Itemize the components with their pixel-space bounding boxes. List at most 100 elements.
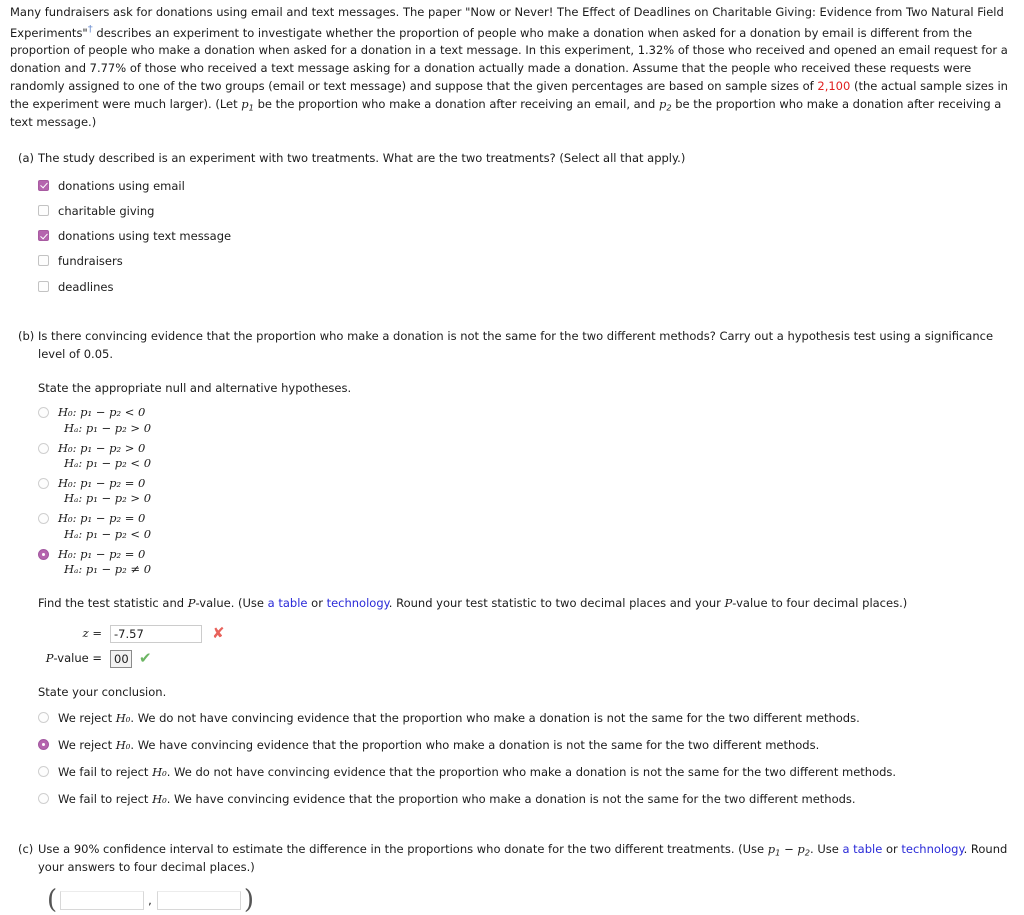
test-statistic-prompt-text-3: . Round your test statistic to two decim… bbox=[388, 596, 725, 611]
pvalue-answer-row: P-value = ✔ bbox=[38, 648, 1016, 670]
z-label: z = bbox=[82, 625, 102, 640]
hypothesis-option-5[interactable]: H₀: p₁ − p₂ = 0 Hₐ: p₁ − p₂ ≠ 0 bbox=[38, 545, 1016, 579]
conclusion-option-2[interactable]: We reject H₀. We have convincing evidenc… bbox=[38, 735, 1016, 756]
part-b-label: (b) bbox=[18, 328, 35, 343]
pvalue-input[interactable] bbox=[110, 649, 132, 668]
checkbox-option-donations-text-message[interactable]: donations using text message bbox=[38, 226, 1016, 247]
link-technology-b[interactable]: technology bbox=[327, 596, 389, 610]
conclusion-h0-3: H₀ bbox=[152, 765, 167, 780]
test-statistic-prompt-text-4: -value to four decimal places.) bbox=[732, 596, 908, 611]
conclusion-pre-3: We fail to reject bbox=[58, 765, 153, 780]
conclusion-label-1: We reject H₀. We do not have convincing … bbox=[49, 710, 860, 727]
question-page: Many fundraisers ask for donations using… bbox=[0, 0, 1024, 915]
conclusion-post-3: . We do not have convincing evidence tha… bbox=[166, 765, 897, 780]
part-c-prompt: Use a 90% confidence interval to estimat… bbox=[38, 841, 1016, 877]
hypothesis-alt-4: Hₐ: p₁ − p₂ < 0 bbox=[64, 526, 152, 541]
part-c-p1: p bbox=[767, 841, 776, 856]
link-a-table-c[interactable]: a table bbox=[842, 842, 882, 856]
conclusion-post-4: . We have convincing evidence that the p… bbox=[166, 792, 856, 807]
hypothesis-option-4[interactable]: H₀: p₁ − p₂ = 0 Hₐ: p₁ − p₂ < 0 bbox=[38, 509, 1016, 543]
radio-conclusion-3[interactable] bbox=[38, 766, 49, 778]
hypothesis-label-4: H₀: p₁ − p₂ = 0 Hₐ: p₁ − p₂ < 0 bbox=[49, 511, 151, 541]
checkbox-label-fundraisers: fundraisers bbox=[58, 254, 123, 269]
hypothesis-label-2: H₀: p₁ − p₂ > 0 Hₐ: p₁ − p₂ < 0 bbox=[49, 441, 151, 471]
checkbox-option-charitable-giving[interactable]: charitable giving bbox=[38, 201, 1016, 222]
checkbox-option-deadlines[interactable]: deadlines bbox=[38, 277, 1016, 298]
part-c: (c) Use a 90% confidence interval to est… bbox=[8, 841, 1016, 915]
confidence-interval-row: ( , ) bbox=[38, 884, 1016, 915]
radio-hypothesis-2[interactable] bbox=[38, 442, 49, 454]
conclusion-post-1: . We do not have convincing evidence tha… bbox=[130, 710, 860, 725]
conclusion-pre-2: We reject bbox=[58, 737, 116, 752]
part-c-minus: − bbox=[780, 841, 798, 856]
checkbox-donations-email[interactable] bbox=[38, 179, 49, 191]
conclusion-option-3[interactable]: We fail to reject H₀. We do not have con… bbox=[38, 762, 1016, 783]
hypotheses-prompt: State the appropriate null and alternati… bbox=[38, 380, 352, 395]
link-technology-c[interactable]: technology bbox=[901, 842, 963, 856]
z-answer-row: z = ✘ bbox=[38, 623, 1016, 645]
radio-hypothesis-5[interactable] bbox=[38, 548, 49, 560]
hypothesis-alt-5: Hₐ: p₁ − p₂ ≠ 0 bbox=[64, 561, 152, 576]
close-paren: ) bbox=[243, 884, 254, 915]
radio-hypothesis-4[interactable] bbox=[38, 513, 49, 525]
open-paren: ( bbox=[47, 884, 58, 915]
radio-conclusion-4[interactable] bbox=[38, 793, 49, 805]
hypothesis-alt-3: Hₐ: p₁ − p₂ > 0 bbox=[64, 491, 152, 506]
correct-icon: ✔ bbox=[139, 649, 152, 668]
test-statistic-prompt: Find the test statistic and P-value. (Us… bbox=[38, 595, 1016, 613]
checkbox-label-deadlines: deadlines bbox=[58, 279, 114, 294]
test-statistic-prompt-or: or bbox=[307, 596, 327, 611]
checkbox-option-donations-email[interactable]: donations using email bbox=[38, 176, 1016, 197]
conclusion-option-1[interactable]: We reject H₀. We do not have convincing … bbox=[38, 708, 1016, 729]
radio-conclusion-2[interactable] bbox=[38, 738, 49, 750]
hypothesis-null-3: H₀: p₁ − p₂ = 0 bbox=[58, 476, 146, 491]
part-a-checkbox-group: donations using email charitable giving … bbox=[38, 176, 1016, 298]
part-c-text-2: . Use bbox=[810, 841, 843, 856]
z-input[interactable] bbox=[110, 624, 202, 643]
part-c-text-1: Use a 90% confidence interval to estimat… bbox=[38, 841, 768, 856]
conclusion-pre-4: We fail to reject bbox=[58, 792, 153, 807]
part-c-p2: p bbox=[797, 841, 805, 856]
sample-size-value: 2,100 bbox=[817, 79, 851, 94]
conclusion-h0-1: H₀ bbox=[115, 710, 131, 725]
conclusion-label-3: We fail to reject H₀. We do not have con… bbox=[49, 764, 896, 781]
ci-lower-input[interactable] bbox=[60, 890, 145, 910]
part-a-prompt: The study described is an experiment wit… bbox=[38, 150, 686, 165]
conclusion-label-4: We fail to reject H₀. We have convincing… bbox=[49, 791, 856, 808]
checkbox-option-fundraisers[interactable]: fundraisers bbox=[38, 251, 1016, 272]
conclusion-radio-group: We reject H₀. We do not have convincing … bbox=[38, 708, 1016, 811]
hypothesis-null-5: H₀: p₁ − p₂ = 0 bbox=[58, 546, 146, 561]
hypothesis-alt-1: Hₐ: p₁ − p₂ > 0 bbox=[64, 420, 152, 435]
part-c-or: or bbox=[882, 841, 902, 856]
hypothesis-option-2[interactable]: H₀: p₁ − p₂ > 0 Hₐ: p₁ − p₂ < 0 bbox=[38, 439, 1016, 473]
hypothesis-option-3[interactable]: H₀: p₁ − p₂ = 0 Hₐ: p₁ − p₂ > 0 bbox=[38, 474, 1016, 508]
conclusion-option-4[interactable]: We fail to reject H₀. We have convincing… bbox=[38, 789, 1016, 810]
link-a-table-b[interactable]: a table bbox=[268, 596, 308, 610]
incorrect-icon: ✘ bbox=[212, 624, 225, 643]
checkbox-fundraisers[interactable] bbox=[38, 255, 49, 267]
pvalue-label: P-value = bbox=[45, 650, 102, 665]
checkbox-label-donations-text-message: donations using text message bbox=[58, 229, 232, 244]
part-b-prompt: Is there convincing evidence that the pr… bbox=[38, 328, 994, 361]
checkbox-donations-text-message[interactable] bbox=[38, 230, 49, 242]
radio-conclusion-1[interactable] bbox=[38, 711, 49, 723]
conclusion-prompt: State your conclusion. bbox=[38, 684, 167, 699]
question-intro-paragraph: Many fundraisers ask for donations using… bbox=[10, 4, 1018, 132]
hypothesis-label-1: H₀: p₁ − p₂ < 0 Hₐ: p₁ − p₂ > 0 bbox=[49, 405, 151, 435]
hypothesis-label-5: H₀: p₁ − p₂ = 0 Hₐ: p₁ − p₂ ≠ 0 bbox=[49, 547, 151, 577]
intro-text-4: be the proportion who make a donation af… bbox=[253, 96, 659, 111]
hypothesis-radio-group: H₀: p₁ − p₂ < 0 Hₐ: p₁ − p₂ > 0 H₀: p₁ −… bbox=[38, 403, 1016, 579]
conclusion-h0-2: H₀ bbox=[115, 737, 131, 752]
part-a-label: (a) bbox=[18, 150, 35, 165]
checkbox-deadlines[interactable] bbox=[38, 280, 49, 292]
checkbox-label-donations-email: donations using email bbox=[58, 178, 185, 193]
radio-hypothesis-3[interactable] bbox=[38, 478, 49, 490]
ci-upper-input[interactable] bbox=[156, 890, 241, 910]
radio-hypothesis-1[interactable] bbox=[38, 407, 49, 419]
conclusion-pre-1: We reject bbox=[58, 710, 116, 725]
p1-symbol: p bbox=[241, 96, 249, 111]
hypothesis-option-1[interactable]: H₀: p₁ − p₂ < 0 Hₐ: p₁ − p₂ > 0 bbox=[38, 403, 1016, 437]
conclusion-h0-4: H₀ bbox=[152, 792, 167, 807]
conclusion-post-2: . We have convincing evidence that the p… bbox=[130, 737, 820, 752]
checkbox-charitable-giving[interactable] bbox=[38, 204, 49, 216]
